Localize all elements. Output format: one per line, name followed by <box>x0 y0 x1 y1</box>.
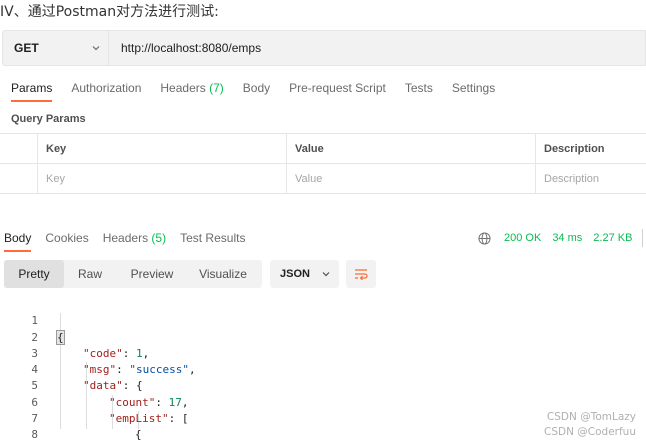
tab-settings[interactable]: Settings <box>452 80 495 102</box>
tab-label: Pre-request Script <box>289 81 386 95</box>
url-input[interactable]: http://localhost:8080/emps <box>108 30 646 66</box>
view-pretty-button[interactable]: Pretty <box>4 260 64 288</box>
method-select[interactable]: GET <box>2 30 108 66</box>
checkbox-column <box>0 134 38 163</box>
tab-label: Authorization <box>71 81 142 95</box>
table-header-row: Key Value Description <box>0 134 646 164</box>
tab-test-results[interactable]: Test Results <box>180 230 245 252</box>
code-line: 7 { <box>0 395 646 441</box>
view-raw-button[interactable]: Raw <box>64 260 116 288</box>
globe-icon[interactable] <box>478 231 491 245</box>
chevron-down-icon <box>322 272 330 277</box>
wrap-lines-button[interactable] <box>346 260 376 288</box>
response-status: 200 OK 34 ms 2.27 KB <box>478 230 643 246</box>
tab-body[interactable]: Body <box>243 80 270 102</box>
tab-authorization[interactable]: Authorization <box>71 80 141 102</box>
divider <box>642 229 643 247</box>
tab-count-badge: (5) <box>151 231 167 245</box>
watermark: CSDN @TomLazy <box>546 411 636 423</box>
wrap-lines-icon <box>355 269 368 280</box>
tab-response-body[interactable]: Body <box>4 230 32 252</box>
tab-label: Body <box>242 81 271 95</box>
tab-tests[interactable]: Tests <box>405 80 433 102</box>
watermark: CSDN @Coderfuu <box>544 426 636 438</box>
code-line: 3 "msg": "success", <box>0 330 646 376</box>
view-visualize-button[interactable]: Visualize <box>188 260 258 288</box>
description-input[interactable]: Description <box>536 164 646 193</box>
row-checkbox-cell <box>0 164 38 193</box>
tab-params[interactable]: Params <box>11 80 53 102</box>
line-number: 8 <box>31 428 38 442</box>
code-line: 1 { <box>0 297 646 345</box>
view-preview-button[interactable]: Preview <box>116 260 188 288</box>
table-row: Key Value Description <box>0 164 646 194</box>
tab-label: Params <box>11 81 53 95</box>
value-input[interactable]: Value <box>287 164 536 193</box>
format-select[interactable]: JSON <box>270 260 339 288</box>
key-input[interactable]: Key <box>38 164 287 193</box>
method-label: GET <box>14 41 39 55</box>
format-label: JSON <box>280 268 310 280</box>
column-header-description: Description <box>544 142 605 155</box>
tab-label: Headers <box>160 81 206 95</box>
tab-headers[interactable]: Headers (7) <box>160 80 223 102</box>
response-size[interactable]: 2.27 KB <box>593 232 632 244</box>
tab-label: Cookies <box>45 231 89 245</box>
tab-label: Settings <box>451 81 496 95</box>
tab-label: Test Results <box>180 231 246 245</box>
status-code[interactable]: 200 OK <box>504 232 541 244</box>
tab-pre-request-script[interactable]: Pre-request Script <box>289 80 386 102</box>
request-bar: GET http://localhost:8080/emps <box>2 30 646 66</box>
request-tabs: Params Authorization Headers (7) Body Pr… <box>11 80 514 102</box>
response-tabs: Body Cookies Headers (5) Test Results <box>4 230 259 252</box>
response-time[interactable]: 34 ms <box>552 232 582 244</box>
chevron-down-icon <box>92 46 100 51</box>
code-line: 5 "count": 17, <box>0 362 646 408</box>
tab-count-badge: (7) <box>209 81 224 95</box>
tab-label: Headers <box>102 231 149 245</box>
code-line: 6 "empList": [ <box>0 378 646 425</box>
page-heading: IV、通过Postman对方法进行测试: <box>0 4 219 20</box>
code-line: 4 "data": { <box>0 346 646 392</box>
tab-cookies[interactable]: Cookies <box>45 230 88 252</box>
tab-response-headers[interactable]: Headers (5) <box>103 230 166 252</box>
response-body-code[interactable]: 1 { 2 "code": 1, 3 "msg": "success", 4 "… <box>0 297 646 441</box>
view-mode-selector: Pretty Raw Preview Visualize <box>4 260 262 288</box>
query-params-table: Key Value Description Key Value Descript… <box>0 133 646 194</box>
code-line: 2 "code": 1, <box>0 313 646 360</box>
column-header-key: Key <box>38 134 287 163</box>
column-header-value: Value <box>287 134 536 163</box>
query-params-title: Query Params <box>11 113 86 125</box>
tab-label: Tests <box>404 81 433 95</box>
tab-label: Body <box>4 231 32 245</box>
